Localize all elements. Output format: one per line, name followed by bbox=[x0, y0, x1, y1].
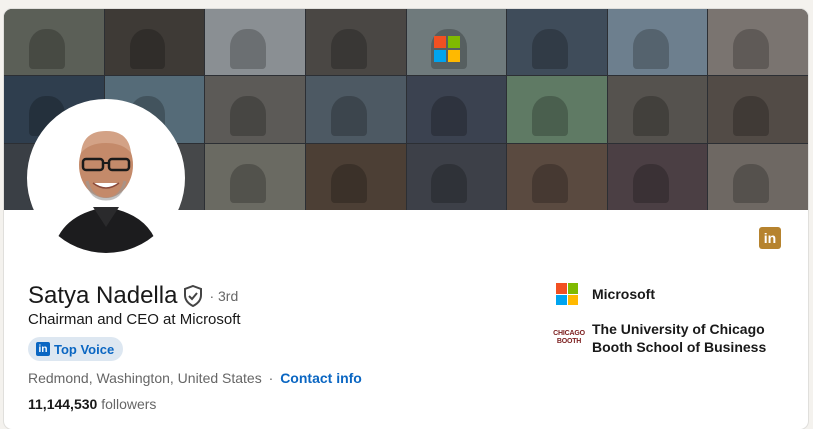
top-voice-badge[interactable]: in Top Voice bbox=[28, 337, 124, 361]
banner-photo bbox=[4, 9, 104, 76]
org-name-line: The University of Chicago bbox=[592, 321, 765, 337]
top-voice-label: Top Voice bbox=[54, 341, 115, 357]
avatar bbox=[31, 103, 181, 253]
banner-photo bbox=[305, 143, 406, 210]
banner-photo bbox=[507, 9, 607, 76]
banner-photo bbox=[708, 76, 808, 143]
location-text: Redmond, Washington, United States bbox=[28, 370, 262, 386]
followers-label: followers bbox=[101, 396, 157, 412]
banner-photo bbox=[406, 143, 507, 210]
banner-photo bbox=[205, 9, 305, 76]
banner-photo bbox=[607, 9, 708, 76]
banner-photo bbox=[708, 143, 808, 210]
banner-photo bbox=[607, 76, 708, 143]
banner-photo bbox=[205, 76, 305, 143]
followers-count: 11,144,530 followers bbox=[28, 396, 156, 412]
profile-name: Satya Nadella bbox=[28, 282, 178, 309]
linkedin-icon: in bbox=[759, 227, 781, 249]
profile-photo[interactable] bbox=[27, 99, 185, 257]
chicago-booth-logo-icon: CHICAGO BOOTH bbox=[553, 325, 585, 351]
verified-shield-icon[interactable] bbox=[183, 285, 203, 307]
org-microsoft[interactable]: Microsoft bbox=[556, 283, 655, 305]
banner-photo bbox=[104, 9, 205, 76]
org-name: The University of Chicago Booth School o… bbox=[592, 320, 766, 356]
banner-photo bbox=[205, 143, 305, 210]
banner-photo bbox=[507, 143, 607, 210]
separator: · bbox=[268, 370, 274, 386]
microsoft-logo-icon bbox=[556, 283, 578, 305]
followers-number: 11,144,530 bbox=[28, 396, 98, 412]
profile-headline: Chairman and CEO at Microsoft bbox=[28, 311, 241, 328]
banner-microsoft-logo bbox=[434, 36, 460, 62]
banner-photo bbox=[607, 143, 708, 210]
banner-photo bbox=[406, 76, 507, 143]
booth-logo-text: BOOTH bbox=[556, 338, 582, 345]
connection-degree: · 3rd bbox=[209, 288, 239, 304]
contact-info-link[interactable]: Contact info bbox=[280, 370, 362, 386]
banner-photo bbox=[305, 76, 406, 143]
booth-logo-text: CHICAGO bbox=[553, 330, 585, 337]
linkedin-icon: in bbox=[36, 342, 50, 356]
org-chicago-booth[interactable]: CHICAGO BOOTH The University of Chicago … bbox=[553, 320, 766, 356]
banner-photo bbox=[708, 9, 808, 76]
name-row: Satya Nadella · 3rd bbox=[28, 282, 238, 310]
banner-photo bbox=[507, 76, 607, 143]
location-row: Redmond, Washington, United States · Con… bbox=[28, 370, 362, 386]
org-name-line: Booth School of Business bbox=[592, 339, 767, 355]
banner-photo bbox=[305, 9, 406, 76]
org-name: Microsoft bbox=[592, 286, 655, 302]
